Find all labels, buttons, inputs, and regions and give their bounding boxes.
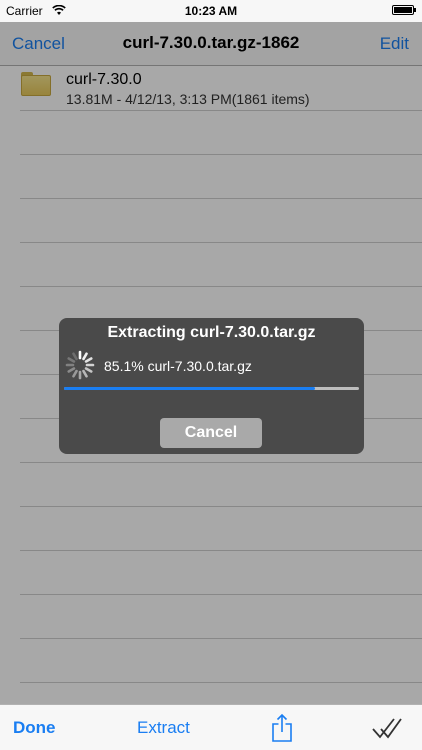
done-button[interactable]: Done: [13, 718, 56, 738]
extract-button[interactable]: Extract: [137, 718, 190, 738]
progress-bar-fill: [64, 387, 316, 390]
dialog-title: Extracting curl-7.30.0.tar.gz: [107, 324, 316, 341]
progress-text: 85.1% curl-7.30.0.tar.gz: [104, 358, 252, 374]
battery-icon: [392, 5, 416, 15]
status-bar: Carrier 10:23 AM: [0, 0, 422, 22]
progress-bar: [64, 387, 359, 390]
bottom-toolbar: Done Extract: [0, 704, 422, 750]
status-time: 10:23 AM: [184, 4, 238, 18]
double-check-icon[interactable]: [372, 716, 402, 740]
share-icon[interactable]: [271, 713, 293, 743]
dialog-cancel-button[interactable]: Cancel: [160, 418, 262, 448]
activity-spinner-icon: [65, 350, 95, 380]
extract-progress-dialog: Extracting curl-7.30.0.tar.gz 85.1% curl…: [59, 318, 364, 454]
